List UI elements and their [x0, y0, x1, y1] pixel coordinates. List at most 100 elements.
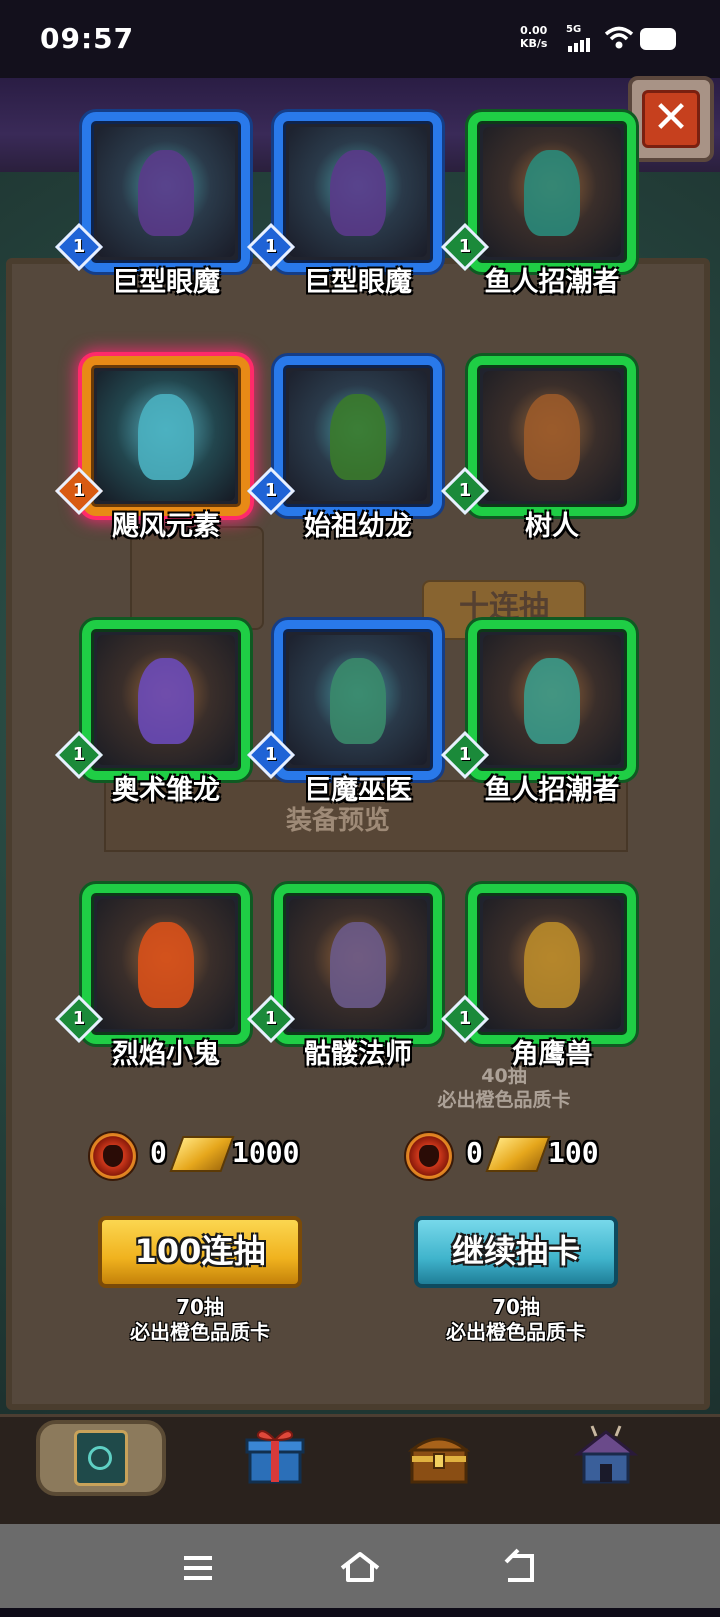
creature-art: [524, 658, 580, 745]
creature-art: [138, 150, 194, 237]
network-type: 5G: [566, 24, 582, 35]
house-icon: [574, 1425, 638, 1484]
card-portrait: [289, 371, 427, 501]
card-portrait: [289, 899, 427, 1029]
card-portrait: [483, 899, 621, 1029]
wifi-icon: [604, 26, 634, 49]
card-name: 巨型眼魔: [112, 267, 220, 298]
card-tile[interactable]: [468, 884, 636, 1044]
level-number: 1: [72, 1008, 86, 1029]
menu-icon: [184, 1556, 212, 1580]
gold-cost: 100: [548, 1136, 599, 1169]
card-name: 骷髅法师: [304, 1039, 412, 1070]
coin-count: 0: [466, 1136, 483, 1169]
card-name: 始祖幼龙: [304, 511, 412, 542]
card-name: 奥术雏龙: [112, 775, 220, 806]
back-button[interactable]: [490, 1538, 550, 1598]
gift-box-icon: [245, 1430, 305, 1484]
network-speed: 0.00 KB/s: [520, 24, 547, 50]
card-name: 烈焰小鬼: [112, 1039, 220, 1070]
creature-art: [330, 394, 386, 481]
card-name: 飓风元素: [112, 511, 220, 542]
creature-art: [138, 394, 194, 481]
level-number: 1: [458, 1008, 472, 1029]
card-portrait: [483, 371, 621, 501]
close-button[interactable]: ✕: [628, 76, 714, 162]
creature-art: [524, 394, 580, 481]
card-deck-icon: [74, 1430, 128, 1486]
level-number: 1: [264, 236, 278, 257]
card-name: 巨型眼魔: [304, 267, 412, 298]
card-portrait: [97, 899, 235, 1029]
menu-button[interactable]: [168, 1538, 228, 1598]
creature-art: [524, 150, 580, 237]
card-portrait: [483, 127, 621, 257]
level-number: 1: [458, 236, 472, 257]
gold-cost: 1000: [232, 1136, 300, 1169]
card-tile[interactable]: [82, 884, 250, 1044]
card-name: 鱼人招潮者: [484, 775, 620, 806]
level-number: 1: [72, 480, 86, 501]
card-portrait: [483, 635, 621, 765]
card-tile[interactable]: [274, 620, 442, 780]
card-name: 角鹰兽: [511, 1039, 593, 1070]
coin-icon: [88, 1131, 138, 1181]
draw-100-note: 70抽 必出橙色品质卡: [80, 1295, 320, 1345]
continue-draw-note: 70抽 必出橙色品质卡: [396, 1295, 636, 1345]
card-tile[interactable]: [82, 112, 250, 272]
continue-draw-guarantee: 必出橙色品质卡: [446, 1320, 586, 1344]
card-tile[interactable]: [274, 112, 442, 272]
card-portrait: [97, 635, 235, 765]
network-speed-value: 0.00: [520, 24, 548, 37]
level-number: 1: [264, 1008, 278, 1029]
tab-chest[interactable]: [376, 1420, 506, 1496]
clock: 09:57: [40, 22, 135, 55]
card-tile[interactable]: [468, 112, 636, 272]
card-tile[interactable]: [274, 356, 442, 516]
tab-town[interactable]: [542, 1420, 672, 1496]
network-speed-unit: KB/s: [520, 37, 548, 50]
background-draw-note: 40抽 必出橙色品质卡: [414, 1064, 594, 1112]
battery-icon: [640, 28, 676, 50]
draw-100-button[interactable]: 100连抽: [98, 1216, 302, 1288]
tab-gifts[interactable]: [210, 1420, 340, 1496]
draw-100-count: 70抽: [176, 1295, 224, 1319]
card-name: 鱼人招潮者: [484, 267, 620, 298]
card-tile[interactable]: [82, 620, 250, 780]
card-name: 树人: [525, 511, 579, 542]
continue-draw-button[interactable]: 继续抽卡: [414, 1216, 618, 1288]
coin-count: 0: [150, 1136, 167, 1169]
creature-art: [524, 922, 580, 1009]
level-number: 1: [458, 744, 472, 765]
card-portrait: [97, 127, 235, 257]
level-number: 1: [264, 744, 278, 765]
card-tile[interactable]: [468, 620, 636, 780]
home-icon: [340, 1552, 380, 1582]
signal-icon: 5G: [566, 24, 600, 52]
coin-icon: [404, 1131, 454, 1181]
home-button[interactable]: [330, 1538, 390, 1598]
creature-art: [138, 658, 194, 745]
background-guarantee: 必出橙色品质卡: [437, 1089, 571, 1111]
level-number: 1: [264, 480, 278, 501]
card-portrait: [289, 635, 427, 765]
continue-draw-count: 70抽: [492, 1295, 540, 1319]
draw-100-guarantee: 必出橙色品质卡: [130, 1320, 270, 1344]
back-icon: [504, 1548, 534, 1582]
card-tile[interactable]: [82, 356, 250, 516]
creature-art: [330, 922, 386, 1009]
treasure-chest-icon: [407, 1437, 471, 1484]
creature-art: [330, 150, 386, 237]
level-number: 1: [458, 480, 472, 501]
card-portrait: [97, 371, 235, 501]
card-name: 巨魔巫医: [304, 775, 412, 806]
creature-art: [330, 658, 386, 745]
creature-art: [138, 922, 194, 1009]
level-number: 1: [72, 236, 86, 257]
card-tile[interactable]: [274, 884, 442, 1044]
tab-cards[interactable]: [36, 1420, 166, 1496]
close-icon: ✕: [642, 90, 700, 148]
level-number: 1: [72, 744, 86, 765]
card-tile[interactable]: [468, 356, 636, 516]
card-portrait: [289, 127, 427, 257]
